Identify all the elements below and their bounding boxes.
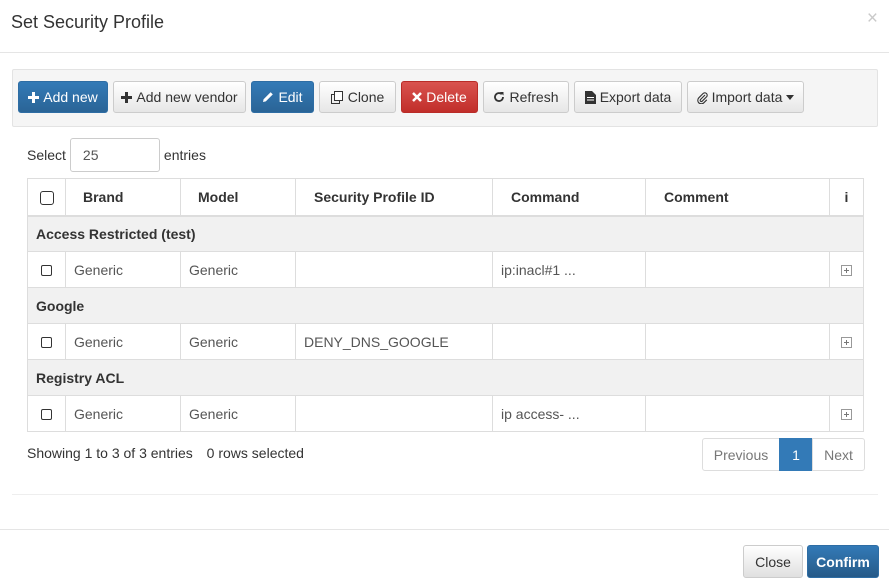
confirm-button[interactable]: Confirm xyxy=(807,545,879,578)
modal-footer: Close Confirm xyxy=(0,529,889,585)
table-header-row: Brand Model Security Profile ID Command … xyxy=(27,178,864,217)
cell-model: Generic xyxy=(180,251,296,288)
export-data-button[interactable]: Export data xyxy=(574,81,682,113)
length-label-before: Select xyxy=(27,147,66,163)
select-all-checkbox[interactable] xyxy=(39,190,54,205)
file-icon xyxy=(584,90,596,104)
expand-icon[interactable] xyxy=(841,265,852,277)
select-all-header xyxy=(27,178,66,217)
row-select-cell xyxy=(27,323,66,360)
expand-cell xyxy=(829,395,864,432)
row-checkbox[interactable] xyxy=(41,265,52,277)
edit-button[interactable]: Edit xyxy=(251,81,314,113)
group-name: Access Restricted (test) xyxy=(27,215,864,252)
add-new-vendor-label: Add new vendor xyxy=(136,89,238,105)
import-data-dropdown[interactable]: Import data xyxy=(687,81,804,113)
cell-model: Generic xyxy=(180,395,296,432)
previous-button[interactable]: Previous xyxy=(702,438,780,471)
showing-entries-text: Showing 1 to 3 of 3 entries xyxy=(27,445,193,461)
refresh-label: Refresh xyxy=(509,89,559,105)
divider xyxy=(12,494,878,495)
group-name: Google xyxy=(27,287,864,324)
add-new-label: Add new xyxy=(43,89,98,105)
page-length-input[interactable]: 25 xyxy=(69,138,160,172)
expand-cell xyxy=(829,323,864,360)
clone-button[interactable]: Clone xyxy=(319,81,396,113)
clone-icon xyxy=(330,90,344,104)
cell-profile-id xyxy=(295,395,493,432)
group-name: Registry ACL xyxy=(27,359,864,396)
page-1-button[interactable]: 1 xyxy=(779,438,813,471)
cell-brand: Generic xyxy=(65,251,181,288)
edit-label: Edit xyxy=(278,89,303,105)
length-selector: Select 25 entries xyxy=(27,138,206,172)
refresh-icon xyxy=(493,91,505,103)
cell-brand: Generic xyxy=(65,395,181,432)
clone-label: Clone xyxy=(347,89,385,105)
col-header-comment[interactable]: Comment xyxy=(645,178,830,217)
cell-command: ip:inacl#1 ... xyxy=(492,251,646,288)
pencil-icon xyxy=(262,91,274,103)
rows-selected-text: 0 rows selected xyxy=(206,445,304,461)
row-select-cell xyxy=(27,395,66,432)
row-select-cell xyxy=(27,251,66,288)
toolbar: Add new Add new vendor Edit Clone Delete… xyxy=(12,69,878,127)
row-checkbox[interactable] xyxy=(41,409,52,421)
x-icon xyxy=(412,92,423,102)
expand-icon[interactable] xyxy=(841,337,852,349)
plus-icon xyxy=(121,91,133,103)
cell-brand: Generic xyxy=(65,323,181,360)
cell-comment xyxy=(645,251,830,288)
group-row[interactable]: Access Restricted (test) xyxy=(27,215,864,252)
cell-comment xyxy=(645,323,830,360)
refresh-button[interactable]: Refresh xyxy=(483,81,569,113)
group-row[interactable]: Registry ACL xyxy=(27,359,864,396)
delete-label: Delete xyxy=(426,89,467,105)
group-row[interactable]: Google xyxy=(27,287,864,324)
cell-command xyxy=(492,323,646,360)
col-header-command[interactable]: Command xyxy=(492,178,646,217)
add-new-vendor-button[interactable]: Add new vendor xyxy=(113,81,246,113)
col-header-model[interactable]: Model xyxy=(180,178,296,217)
table-row[interactable]: Generic Generic ip:inacl#1 ... xyxy=(27,251,864,288)
cell-model: Generic xyxy=(180,323,296,360)
delete-button[interactable]: Delete xyxy=(401,81,478,113)
info-icon: i xyxy=(829,178,864,217)
expand-cell xyxy=(829,251,864,288)
close-button[interactable]: Close xyxy=(743,545,803,578)
close-icon[interactable]: × xyxy=(867,9,878,28)
row-checkbox[interactable] xyxy=(41,337,52,349)
cell-profile-id: DENY_DNS_GOOGLE xyxy=(295,323,493,360)
cell-profile-id xyxy=(295,251,493,288)
caret-down-icon xyxy=(786,94,795,100)
modal-header: Set Security Profile × xyxy=(0,0,889,53)
table-info: Showing 1 to 3 of 3 entries 0 rows selec… xyxy=(27,445,304,461)
length-label-after: entries xyxy=(163,147,206,163)
modal-title: Set Security Profile xyxy=(11,12,165,32)
security-profile-table: Brand Model Security Profile ID Command … xyxy=(27,178,864,432)
table-row[interactable]: Generic Generic DENY_DNS_GOOGLE xyxy=(27,323,864,360)
col-header-brand[interactable]: Brand xyxy=(65,178,181,217)
pagination: Previous 1 Next xyxy=(702,438,865,471)
col-header-profile-id[interactable]: Security Profile ID xyxy=(295,178,493,217)
plus-icon xyxy=(28,91,40,103)
table-row[interactable]: Generic Generic ip access- ... xyxy=(27,395,864,432)
cell-comment xyxy=(645,395,830,432)
expand-icon[interactable] xyxy=(841,409,852,421)
cell-command: ip access- ... xyxy=(492,395,646,432)
add-new-button[interactable]: Add new xyxy=(18,81,108,113)
paperclip-icon xyxy=(696,91,708,104)
next-button[interactable]: Next xyxy=(812,438,865,471)
export-data-label: Export data xyxy=(599,89,672,105)
import-data-label: Import data xyxy=(711,89,783,105)
